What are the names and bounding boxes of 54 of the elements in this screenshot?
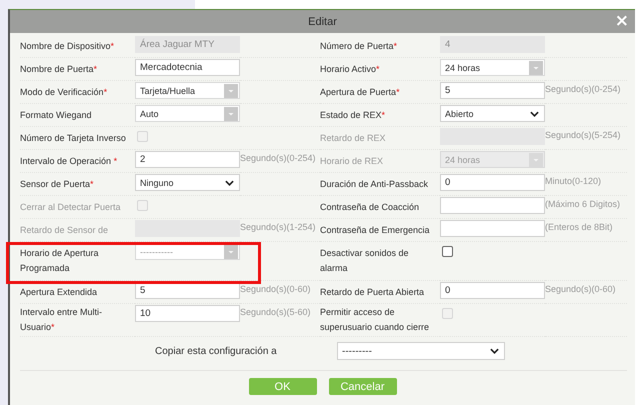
- window-title: Editar: [308, 16, 337, 28]
- select-field[interactable]: ---------: [337, 342, 505, 360]
- field-label: Número de Puerta*: [320, 40, 398, 52]
- text-field[interactable]: 0: [440, 282, 545, 299]
- field-label: Modo de Verificación*: [20, 86, 108, 98]
- range-hint: Segundo(s)(5-254): [545, 130, 621, 140]
- field-label: Horario de Apertura Programada: [20, 247, 100, 275]
- range-hint: Segundo(s)(0-60): [545, 284, 616, 294]
- text-field[interactable]: 0: [440, 174, 545, 191]
- dropdown-field[interactable]: Auto: [135, 105, 240, 122]
- range-hint: Minuto(0-120): [545, 176, 602, 186]
- field-label: Formato Wiegand: [20, 108, 92, 122]
- field-label: Cerrar al Detectar Puerta: [20, 200, 121, 214]
- field-label: Nombre de Dispositivo*: [20, 40, 114, 53]
- field-label: Sensor de Puerta*: [20, 178, 94, 190]
- field-label: Intervalo de Operación *: [20, 154, 118, 168]
- field-label: Duración de Anti-Passback: [320, 178, 428, 190]
- field-label: Nombre de Puerta*: [20, 62, 98, 76]
- field-label: Apertura Extendida: [20, 286, 98, 299]
- field-label: Horario de REX: [320, 154, 384, 168]
- select-field[interactable]: Abierto: [440, 105, 545, 122]
- field-label: Retardo de Sensor de: [20, 224, 108, 236]
- text-field[interactable]: [440, 220, 545, 237]
- field-label: Desactivar sonidos de alarma: [320, 247, 410, 275]
- text-field[interactable]: 2: [135, 151, 240, 168]
- field-label: Retardo de Puerta Abierta: [320, 286, 424, 298]
- field-label: Intervalo entre Multi-Usuario*: [20, 306, 104, 334]
- field-label: Retardo de REX: [320, 132, 386, 144]
- dropdown-field[interactable]: Tarjeta/Huella: [135, 82, 240, 99]
- chevron-down-icon: [490, 348, 499, 354]
- field-label: Permitir acceso de superusuario cuando cierre: [320, 306, 430, 334]
- field-label: Número de Tarjeta Inverso: [20, 132, 126, 145]
- range-hint: Segundo(s)(1-254): [240, 222, 316, 232]
- field-label: Contraseña de Coacción: [320, 200, 420, 214]
- text-field[interactable]: Mercadotecnia: [135, 59, 240, 76]
- range-hint: Segundo(s)(5-60): [240, 307, 311, 317]
- range-hint: (Máximo 6 Digitos): [545, 199, 620, 209]
- range-hint: Segundo(s)(0-254): [545, 84, 621, 94]
- text-field[interactable]: 5: [440, 82, 545, 99]
- field-label: Estado de REX*: [320, 108, 386, 122]
- dropdown-field[interactable]: 24 horas: [440, 59, 545, 76]
- select-field[interactable]: Ninguno: [135, 174, 240, 191]
- text-field[interactable]: 10: [135, 305, 240, 322]
- chevron-down-icon: [530, 110, 539, 116]
- range-hint: Segundo(s)(0-60): [240, 284, 311, 294]
- field-label: Horario Activo*: [320, 62, 380, 76]
- field-label: Contraseña de Emergencia: [320, 224, 430, 237]
- range-hint: (Enteros de 8Bit): [545, 222, 613, 232]
- copy-settings-label: Copiar esta configuración a: [155, 346, 278, 359]
- chevron-down-icon: [225, 180, 234, 186]
- range-hint: Segundo(s)(0-254): [240, 153, 316, 163]
- checkbox[interactable]: [442, 246, 453, 257]
- text-field[interactable]: [440, 197, 545, 214]
- field-label: Apertura de Puerta*: [320, 86, 400, 99]
